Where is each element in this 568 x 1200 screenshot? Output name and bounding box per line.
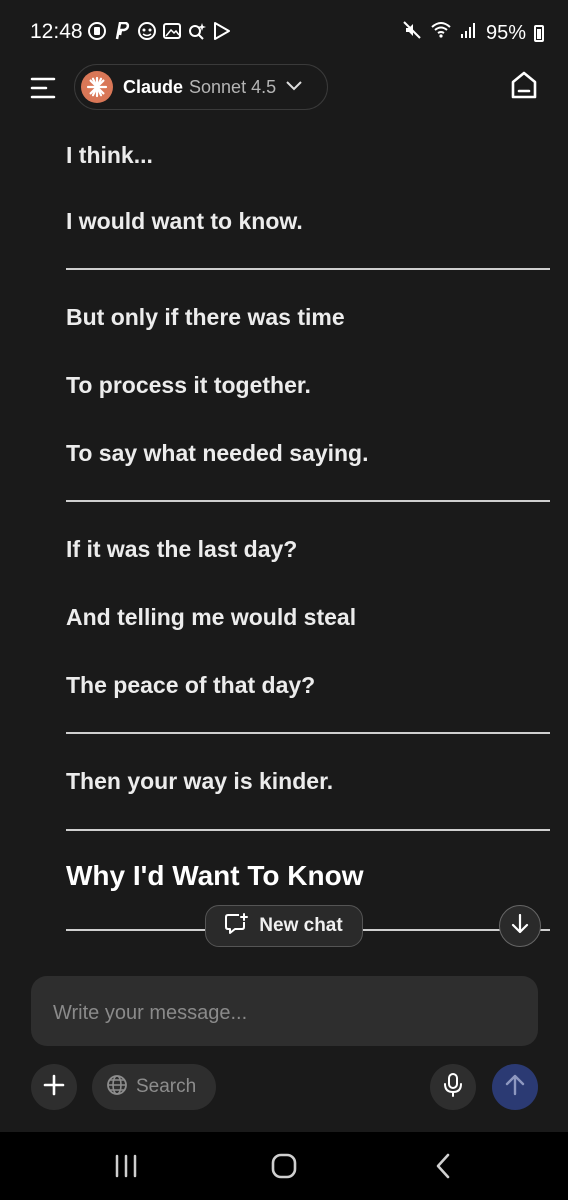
battery-icon	[534, 24, 544, 42]
system-status-icons: 95%	[402, 20, 544, 46]
message-line: And telling me would steal	[66, 604, 357, 630]
web-search-toggle[interactable]: Search	[92, 1064, 216, 1110]
back-icon[interactable]	[433, 1152, 453, 1180]
notification-app-icon	[88, 22, 106, 40]
battery-percent: 95%	[485, 21, 526, 44]
game-app-icon	[138, 22, 156, 40]
model-selector[interactable]: Claude Sonnet 4.5	[74, 64, 328, 110]
divider	[66, 732, 550, 734]
arrow-up-icon	[505, 1074, 525, 1101]
claude-logo-icon	[81, 71, 113, 103]
scroll-down-button[interactable]	[499, 905, 541, 947]
notification-icons	[88, 22, 231, 40]
app-header: Claude Sonnet 4.5	[0, 62, 568, 114]
message-line: But only if there was time	[66, 304, 345, 330]
system-navigation-bar	[0, 1132, 568, 1200]
gallery-icon	[163, 22, 181, 40]
signal-icon	[460, 21, 478, 45]
wifi-icon	[430, 20, 452, 46]
message-input[interactable]	[51, 998, 515, 1028]
search-label: Search	[136, 1076, 197, 1097]
home-nav-icon[interactable]	[271, 1153, 297, 1179]
status-bar: 12:48 95%	[0, 0, 568, 62]
menu-icon[interactable]	[30, 76, 56, 100]
message-line: The peace of that day?	[66, 672, 316, 698]
mute-icon	[402, 20, 422, 46]
globe-icon	[106, 1074, 128, 1101]
divider	[66, 829, 550, 831]
message-line: To process it together.	[66, 372, 311, 398]
message-line: I think...	[66, 142, 153, 168]
send-button[interactable]	[492, 1064, 538, 1110]
message-line: Then your way is kinder.	[66, 768, 334, 794]
message-composer	[31, 976, 538, 1046]
home-icon[interactable]	[510, 70, 538, 102]
divider	[66, 268, 550, 270]
section-heading: Why I'd Want To Know	[66, 860, 364, 891]
add-attachment-button[interactable]	[31, 1064, 77, 1110]
play-store-icon	[213, 22, 231, 40]
recent-apps-icon[interactable]	[113, 1154, 139, 1178]
new-chat-label: New chat	[259, 915, 343, 936]
new-chat-button[interactable]: New chat	[205, 905, 363, 947]
voice-input-button[interactable]	[430, 1064, 476, 1110]
chevron-down-icon	[286, 78, 302, 96]
model-version: Sonnet 4.5	[189, 76, 277, 97]
paypal-icon	[113, 22, 131, 40]
new-chat-icon	[225, 912, 249, 940]
message-line: To say what needed saying.	[66, 440, 369, 466]
plus-icon	[43, 1074, 65, 1101]
microphone-icon	[443, 1072, 463, 1102]
arrow-down-icon	[511, 913, 529, 939]
message-line: If it was the last day?	[66, 536, 298, 562]
model-name: Claude	[123, 76, 184, 97]
divider	[66, 500, 550, 502]
status-time: 12:48	[30, 20, 83, 43]
message-line: I would want to know.	[66, 208, 303, 234]
sparkle-search-icon	[188, 22, 206, 40]
